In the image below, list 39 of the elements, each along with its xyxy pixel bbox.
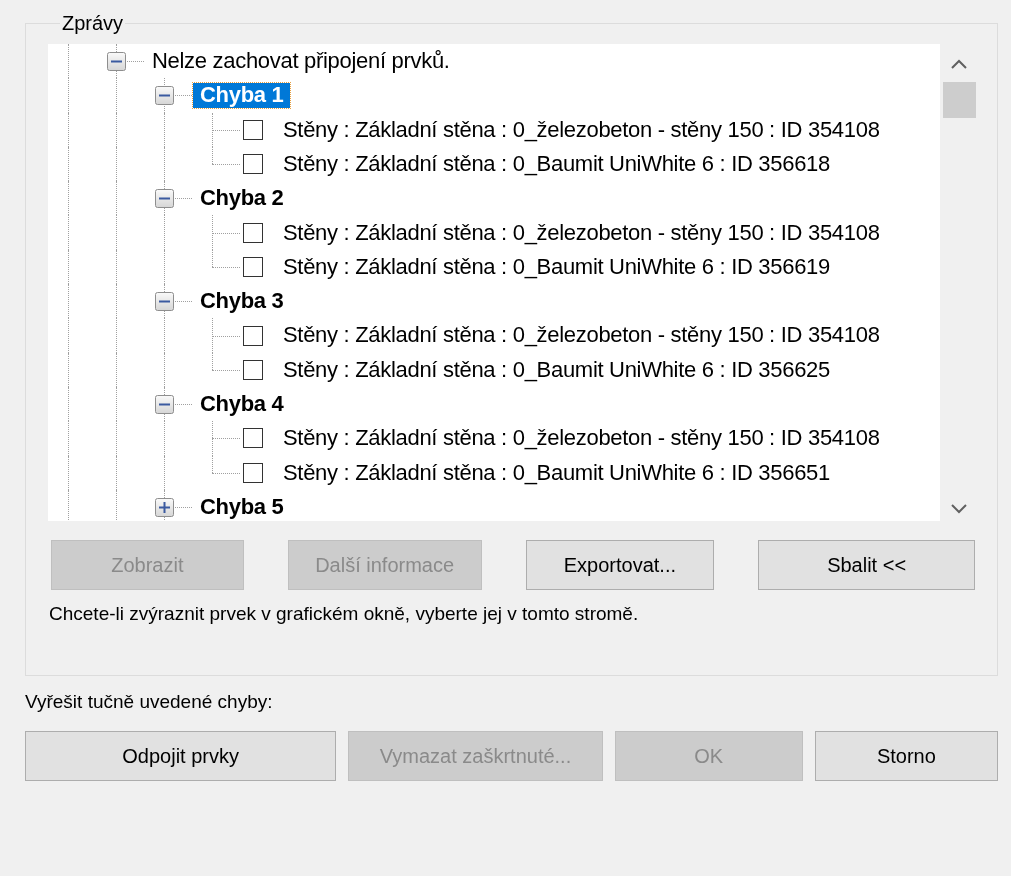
checkbox[interactable] [243,428,263,449]
collapse-icon[interactable] [155,395,174,415]
tree-button[interactable]: Exportovat... [525,540,715,590]
checkbox[interactable] [243,325,263,346]
checkbox[interactable] [243,462,263,483]
hint-text: Chcete-li zvýraznit prvek v grafickém okně, vyberte jej v tomto stromě. [49,603,640,625]
collapse-icon[interactable] [155,292,174,312]
tree-button[interactable]: Sbalit << [758,540,975,590]
dialog-button[interactable]: Odpojit prvky [25,731,337,781]
dialog-button[interactable]: Storno [814,731,998,781]
scrollbar-thumb[interactable] [943,82,976,118]
tree-item[interactable]: Stěny : Základní stěna : 0_železobeton - stěny 150 : ID 354108 [276,220,887,245]
tree-item[interactable]: Stěny : Základní stěna : 0_železobeton - stěny 150 : ID 354108 [276,323,887,348]
tree-item[interactable]: Nelze zachovat připojení prvků. [145,49,457,74]
collapse-icon[interactable] [107,52,126,72]
tree-item[interactable]: Chyba 2 [193,186,291,211]
checkbox[interactable] [243,119,263,140]
chevron-up-icon[interactable] [950,58,968,70]
resolve-label: Vyřešit tučně uvedené chyby: [25,691,274,713]
tree-item[interactable]: Chyba 4 [193,392,291,417]
tree-item[interactable]: Stěny : Základní stěna : 0_Baumit UniWhite 6 : ID 356619 [276,254,837,279]
checkbox[interactable] [243,222,263,243]
tree-view[interactable] [48,44,978,521]
tree-item[interactable]: Chyba 3 [193,289,291,314]
checkbox[interactable] [243,256,263,277]
collapse-icon[interactable] [155,189,174,209]
tree-item[interactable]: Stěny : Základní stěna : 0_Baumit UniWhite 6 : ID 356625 [276,357,837,382]
collapse-icon[interactable] [155,86,174,106]
checkbox[interactable] [243,359,263,380]
expand-icon[interactable] [155,498,174,517]
tree-item[interactable]: Stěny : Základní stěna : 0_železobeton - stěny 150 : ID 354108 [276,117,887,142]
chevron-down-icon[interactable] [950,503,968,515]
checkbox[interactable] [243,154,263,175]
tree-item[interactable]: Stěny : Základní stěna : 0_Baumit UniWhite 6 : ID 356618 [276,151,837,177]
group-title: Zprávy [61,12,125,35]
tree-item[interactable]: Chyba 5 [193,494,291,520]
tree-item[interactable]: Chyba 1 [193,83,291,108]
tree-item[interactable]: Stěny : Základní stěna : 0_Baumit UniWhite 6 : ID 356651 [276,460,837,485]
tree-item[interactable]: Stěny : Základní stěna : 0_železobeton - stěny 150 : ID 354108 [276,426,887,451]
